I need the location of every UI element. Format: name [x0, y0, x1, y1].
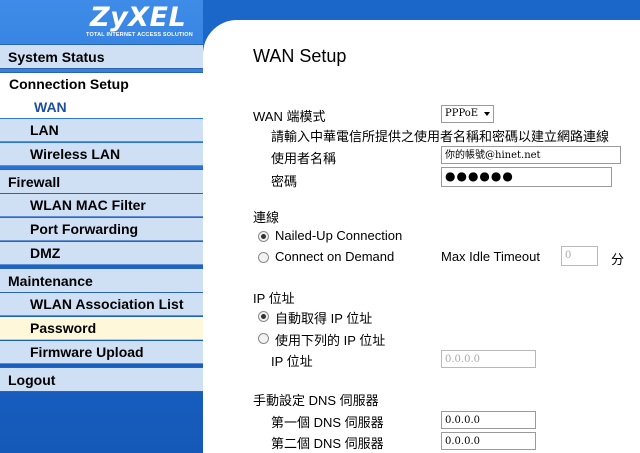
dns-primary-field[interactable]: 0.0.0.0 [441, 411, 536, 429]
wan-mode-select[interactable]: PPPoE [441, 105, 494, 123]
menu-firmware-upload[interactable]: Firmware Upload [0, 341, 203, 364]
instruction-text: 請輸入中華電信所提供之使用者名稱和密碼以建立網路連線 [271, 129, 610, 144]
dns-secondary-field[interactable]: 0.0.0.0 [441, 432, 536, 450]
dns-heading: 手動設定 DNS 伺服器 [253, 393, 379, 408]
dns-secondary-label: 第二個 DNS 伺服器 [271, 436, 384, 451]
menu-dmz[interactable]: DMZ [0, 242, 203, 265]
menu-wlan-association-list[interactable]: WLAN Association List [0, 293, 203, 316]
max-idle-unit: 分 [611, 252, 625, 267]
menu-lan[interactable]: LAN [0, 119, 203, 142]
connection-heading: 連線 [253, 210, 280, 225]
dns-primary-label: 第一個 DNS 伺服器 [271, 415, 384, 430]
menu-connection-setup[interactable]: Connection Setup [0, 72, 203, 95]
ip-address-field[interactable]: 0.0.0.0 [441, 350, 536, 368]
page-title: WAN Setup [253, 46, 347, 66]
max-idle-label: Max Idle Timeout [441, 249, 540, 264]
menu-port-forwarding[interactable]: Port Forwarding [0, 218, 203, 241]
menu-wlan-mac-filter[interactable]: WLAN MAC Filter [0, 194, 203, 217]
menu-system-status[interactable]: System Status [0, 44, 203, 69]
max-idle-field[interactable]: 0 [561, 246, 598, 266]
menu-maintenance[interactable]: Maintenance [0, 268, 203, 293]
username-field[interactable]: 你的帳號@hinet.net [441, 146, 621, 164]
logo-brand: ZyXEL [90, 2, 187, 33]
menu-firewall[interactable]: Firewall [0, 169, 203, 194]
wan-mode-label: WAN 端模式 [253, 109, 326, 124]
on-demand-radio[interactable] [258, 252, 269, 263]
ip-heading: IP 位址 [253, 291, 295, 306]
zyxel-logo: ZyXEL TOTAL INTERNET ACCESS SOLUTION [0, 0, 203, 44]
password-label: 密碼 [271, 174, 298, 189]
ip-address-label: IP 位址 [271, 354, 313, 369]
chevron-down-icon [484, 112, 490, 116]
username-label: 使用者名稱 [271, 151, 337, 166]
wan-mode-value: PPPoE [445, 108, 479, 119]
nailed-up-radio[interactable] [258, 231, 269, 242]
ip-auto-label: 自動取得 IP 位址 [275, 311, 373, 326]
main-panel: WAN Setup WAN 端模式 PPPoE 請輸入中華電信所提供之使用者名稱… [203, 20, 640, 453]
menu-logout[interactable]: Logout [0, 367, 203, 392]
logo-tagline: TOTAL INTERNET ACCESS SOLUTION [86, 32, 193, 38]
menu-wireless-lan[interactable]: Wireless LAN [0, 143, 203, 166]
on-demand-label: Connect on Demand [275, 249, 395, 264]
menu-password[interactable]: Password [0, 317, 203, 340]
ip-auto-radio[interactable] [258, 311, 269, 322]
sidebar: ZyXEL TOTAL INTERNET ACCESS SOLUTION Sys… [0, 0, 203, 453]
ip-manual-label: 使用下列的 IP 位址 [275, 333, 386, 348]
password-field[interactable]: ●●●●●● [441, 167, 612, 187]
nailed-up-label: Nailed-Up Connection [275, 228, 403, 243]
menu-wan[interactable]: WAN [0, 95, 203, 118]
ip-manual-radio[interactable] [258, 333, 269, 344]
